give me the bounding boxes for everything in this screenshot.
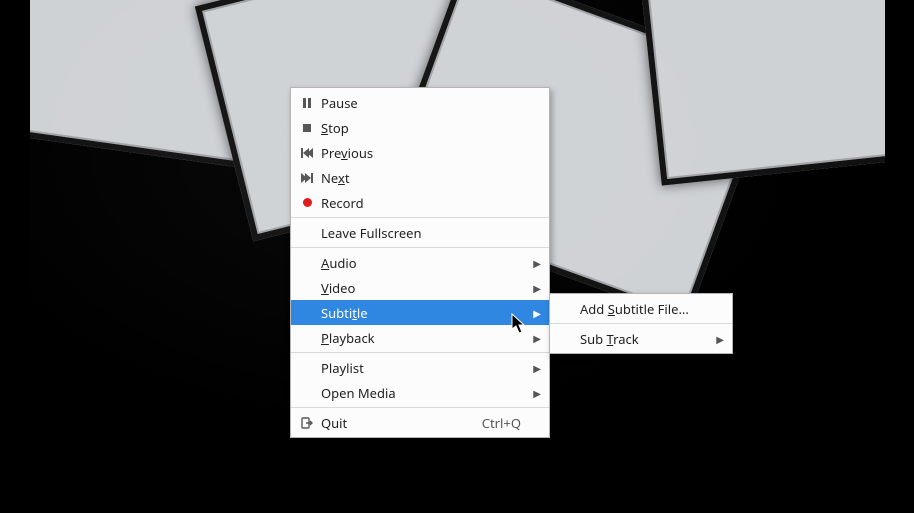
menu-item-next[interactable]: Next xyxy=(291,165,549,190)
submenu-arrow-icon: ▶ xyxy=(533,306,541,320)
menu-item-add-subtitle-file[interactable]: Add Subtitle File... xyxy=(550,296,732,321)
menu-item-label: Subtitle xyxy=(317,304,521,322)
menu-item-label: Playback xyxy=(317,329,521,347)
submenu-arrow-icon: ▶ xyxy=(533,331,541,345)
menu-item-label: Next xyxy=(317,169,521,187)
menu-item-label: Previous xyxy=(317,144,521,162)
menu-separator xyxy=(291,407,549,408)
context-menu: Pause Stop Previous Next Record Leave Fu… xyxy=(290,87,550,438)
menu-item-shortcut: Ctrl+Q xyxy=(458,414,521,432)
video-player-fullscreen: Pause Stop Previous Next Record Leave Fu… xyxy=(0,0,914,513)
quit-icon xyxy=(297,417,317,429)
menu-item-label: Add Subtitle File... xyxy=(576,300,704,318)
menu-item-playlist[interactable]: Playlist ▶ xyxy=(291,355,549,380)
menu-item-label: Record xyxy=(317,194,521,212)
menu-item-sub-track[interactable]: Sub Track ▶ xyxy=(550,326,732,351)
subtitle-submenu: Add Subtitle File... Sub Track ▶ xyxy=(549,293,733,354)
menu-item-playback[interactable]: Playback ▶ xyxy=(291,325,549,350)
menu-separator xyxy=(550,323,732,324)
submenu-arrow-icon: ▶ xyxy=(533,256,541,270)
menu-item-subtitle[interactable]: Subtitle ▶ xyxy=(291,300,549,325)
submenu-arrow-icon: ▶ xyxy=(533,361,541,375)
menu-item-label: Open Media xyxy=(317,384,521,402)
menu-item-label: Quit xyxy=(317,414,458,432)
menu-item-previous[interactable]: Previous xyxy=(291,140,549,165)
menu-item-quit[interactable]: Quit Ctrl+Q xyxy=(291,410,549,435)
submenu-arrow-icon: ▶ xyxy=(716,332,724,346)
menu-item-label: Leave Fullscreen xyxy=(317,224,521,242)
menu-item-video[interactable]: Video ▶ xyxy=(291,275,549,300)
menu-item-label: Sub Track xyxy=(576,330,704,348)
menu-item-label: Video xyxy=(317,279,521,297)
menu-item-leave-fullscreen[interactable]: Leave Fullscreen xyxy=(291,220,549,245)
menu-item-stop[interactable]: Stop xyxy=(291,115,549,140)
menu-separator xyxy=(291,352,549,353)
menu-separator xyxy=(291,247,549,248)
pause-icon xyxy=(297,98,317,108)
record-icon xyxy=(297,198,317,207)
submenu-arrow-icon: ▶ xyxy=(533,386,541,400)
submenu-arrow-icon: ▶ xyxy=(533,281,541,295)
menu-item-record[interactable]: Record xyxy=(291,190,549,215)
menu-item-label: Pause xyxy=(317,94,521,112)
previous-icon xyxy=(297,148,317,158)
menu-item-audio[interactable]: Audio ▶ xyxy=(291,250,549,275)
menu-item-label: Audio xyxy=(317,254,521,272)
menu-item-label: Playlist xyxy=(317,359,521,377)
next-icon xyxy=(297,173,317,183)
menu-item-label: Stop xyxy=(317,119,521,137)
menu-item-pause[interactable]: Pause xyxy=(291,90,549,115)
stop-icon xyxy=(297,124,317,132)
menu-item-open-media[interactable]: Open Media ▶ xyxy=(291,380,549,405)
menu-separator xyxy=(291,217,549,218)
